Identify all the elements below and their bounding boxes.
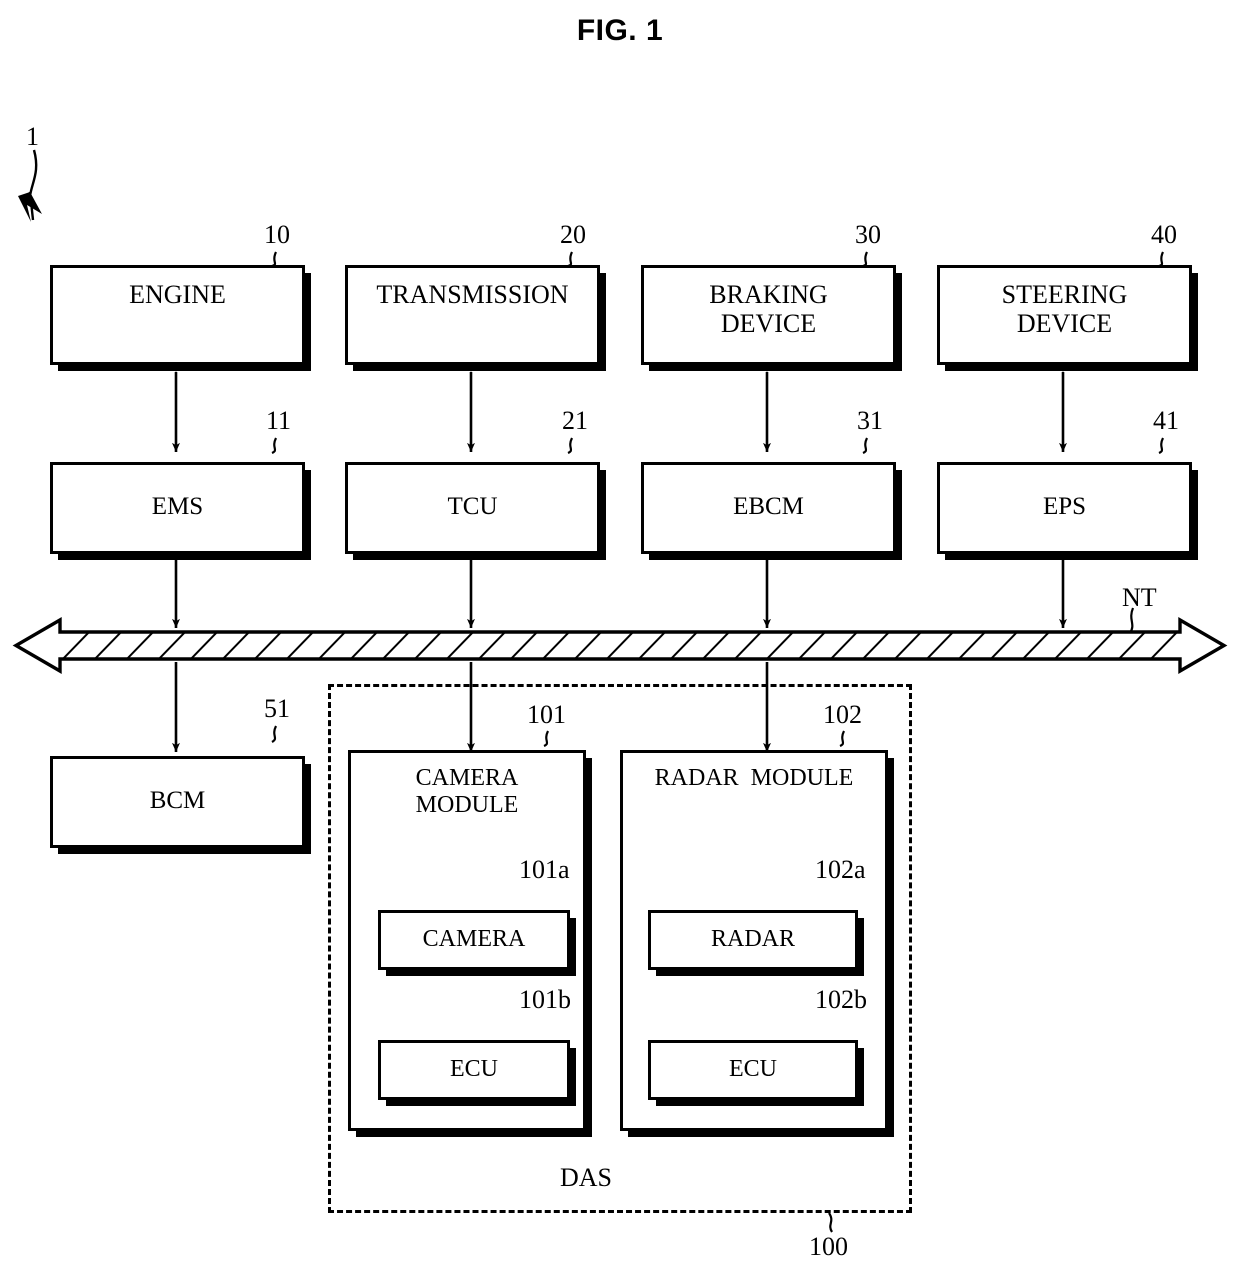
ref-102: 102 bbox=[823, 700, 862, 729]
block-steering-device-label-line1: STEERING bbox=[1001, 280, 1128, 309]
block-steering-device-label-line2: DEVICE bbox=[1016, 309, 1113, 339]
ref-102b: 102b bbox=[815, 985, 867, 1014]
block-camera-label: CAMERA bbox=[422, 925, 526, 952]
ref-101b: 101b bbox=[519, 985, 571, 1014]
block-eps: EPS bbox=[937, 462, 1192, 554]
block-bcm: BCM bbox=[50, 756, 305, 848]
block-radar-ecu: ECU bbox=[648, 1040, 858, 1100]
block-steering-device: STEERING DEVICE bbox=[937, 265, 1192, 365]
ref-31: 31 bbox=[857, 406, 883, 435]
ref-51: 51 bbox=[264, 694, 290, 723]
network-bus-label: NT bbox=[1122, 583, 1157, 612]
patent-figure: FIG. 1 ENGINE 10 TRANSMISSION 20 BRAKING… bbox=[0, 0, 1240, 1275]
block-transmission-label: TRANSMISSION bbox=[376, 280, 569, 309]
block-tcu: TCU bbox=[345, 462, 600, 554]
block-transmission: TRANSMISSION bbox=[345, 265, 600, 365]
block-radar: RADAR bbox=[648, 910, 858, 970]
ref-21: 21 bbox=[562, 406, 588, 435]
ref-20: 20 bbox=[560, 220, 586, 249]
block-braking-device-label-line1: BRAKING bbox=[709, 280, 828, 309]
ref-system-1: 1 bbox=[26, 122, 39, 151]
block-bcm-label: BCM bbox=[149, 787, 206, 814]
ref-41: 41 bbox=[1153, 406, 1179, 435]
block-camera-ecu-label: ECU bbox=[450, 1055, 498, 1082]
ref-11: 11 bbox=[266, 406, 292, 435]
block-braking-device-label-line2: DEVICE bbox=[720, 309, 817, 339]
ref-100: 100 bbox=[809, 1232, 848, 1261]
block-tcu-label: TCU bbox=[447, 493, 498, 520]
block-radar-ecu-label: ECU bbox=[729, 1055, 777, 1082]
block-camera-module-label-line1: CAMERA bbox=[415, 765, 519, 791]
network-bus bbox=[12, 617, 1228, 674]
block-ebcm-label: EBCM bbox=[733, 493, 804, 520]
block-eps-label: EPS bbox=[1042, 493, 1087, 520]
block-engine: ENGINE bbox=[50, 265, 305, 365]
block-ems-label: EMS bbox=[151, 493, 204, 520]
ref-10: 10 bbox=[264, 220, 290, 249]
block-engine-label: ENGINE bbox=[129, 280, 226, 309]
figure-title: FIG. 1 bbox=[576, 14, 664, 47]
block-braking-device: BRAKING DEVICE bbox=[641, 265, 896, 365]
ref-30: 30 bbox=[855, 220, 881, 249]
block-camera-ecu: ECU bbox=[378, 1040, 570, 1100]
ref-102a: 102a bbox=[815, 855, 866, 884]
block-radar-module-label: RADAR MODULE bbox=[654, 765, 854, 791]
das-label: DAS bbox=[560, 1163, 613, 1192]
block-camera: CAMERA bbox=[378, 910, 570, 970]
ref-101a: 101a bbox=[519, 855, 570, 884]
block-ebcm: EBCM bbox=[641, 462, 896, 554]
block-radar-label: RADAR bbox=[710, 925, 795, 952]
ref-40: 40 bbox=[1151, 220, 1177, 249]
block-camera-module-label-line2: MODULE bbox=[415, 791, 519, 818]
ref-101: 101 bbox=[527, 700, 566, 729]
block-ems: EMS bbox=[50, 462, 305, 554]
